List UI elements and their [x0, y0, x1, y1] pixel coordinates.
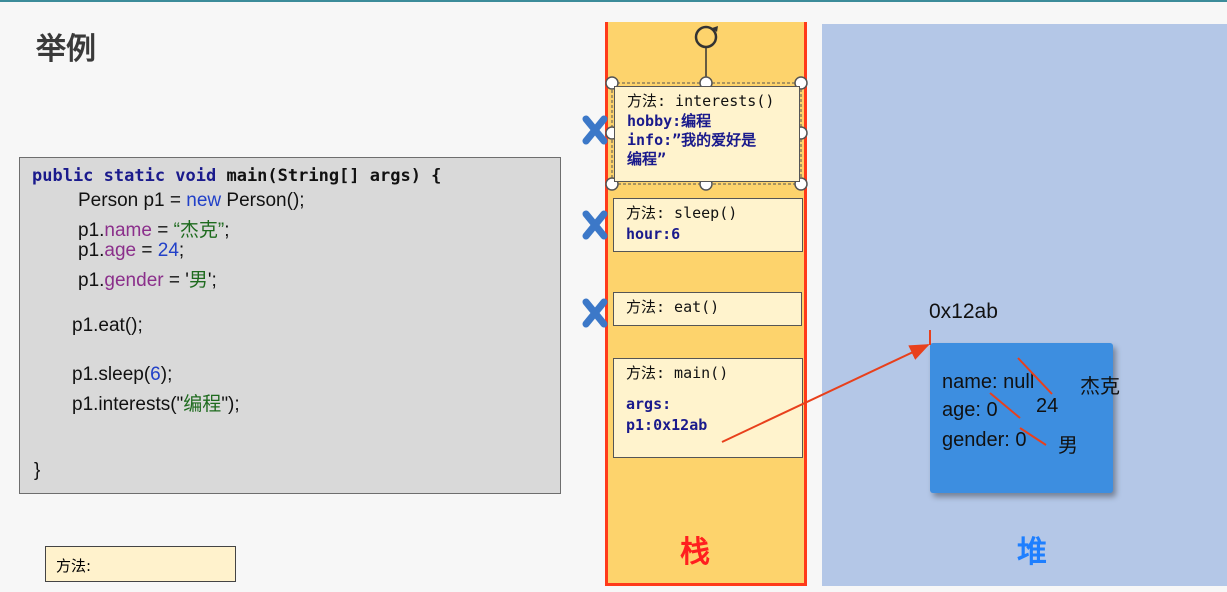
frame-method-label: 方法: interests() — [627, 92, 775, 110]
stack-label: 栈 — [680, 535, 710, 570]
stack-frame-main[interactable]: 方法: main() args: p1:0x12ab — [613, 358, 803, 458]
stack-frame-eat[interactable]: 方法: eat() — [613, 292, 802, 326]
heap-area — [822, 24, 1227, 586]
rotate-handle-icon — [694, 25, 718, 83]
heap-field-gender: gender: 0 — [942, 429, 1027, 451]
heap-field-age-new-value: 24 — [1036, 395, 1059, 417]
heap-field-gender-new-value: 男 — [1058, 435, 1078, 457]
frame-method-label: 方法: sleep() — [626, 204, 738, 222]
heap-label: 堆 — [1017, 535, 1047, 570]
frame-method-label: 方法: main() — [626, 364, 729, 382]
frame-var-hour: hour:6 — [626, 225, 681, 243]
frame-var-p1: p1:0x12ab — [626, 416, 708, 434]
frame-var-args: args: — [626, 395, 672, 413]
frame-var-info: info:”我的爱好是 — [627, 131, 757, 149]
frame-var-info-cont: 编程” — [627, 150, 667, 168]
heap-field-age: age: 0 — [942, 399, 998, 421]
heap-address-label: 0x12ab — [929, 300, 998, 323]
heap-field-name-new-value: 杰克 — [1080, 376, 1120, 398]
stack-frame-sleep[interactable]: 方法: sleep() hour:6 — [613, 198, 803, 252]
heap-object[interactable]: name: null 杰克 age: 0 24 gender: 0 男 — [930, 343, 1120, 493]
stack-frame-interests[interactable]: 方法: interests() hobby:编程 info:”我的爱好是 编程” — [614, 86, 800, 182]
frame-var-hobby: hobby:编程 — [627, 112, 712, 130]
heap-field-name: name: null — [942, 371, 1035, 393]
frame-method-label: 方法: eat() — [626, 298, 720, 316]
